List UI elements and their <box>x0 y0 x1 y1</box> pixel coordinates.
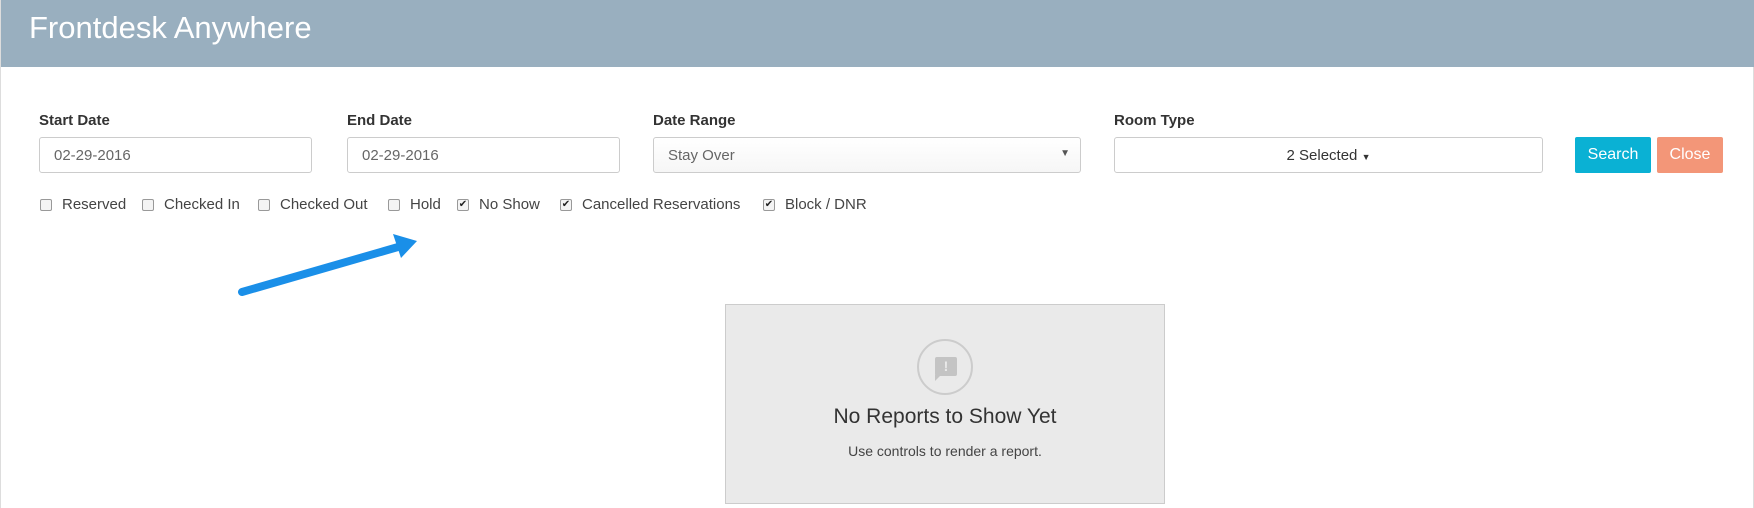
empty-state-title: No Reports to Show Yet <box>833 405 1057 428</box>
empty-state-panel: ! No Reports to Show Yet Use controls to… <box>725 304 1165 504</box>
empty-state-subtitle: Use controls to render a report. <box>848 443 1042 459</box>
alert-message-icon: ! <box>917 339 973 395</box>
